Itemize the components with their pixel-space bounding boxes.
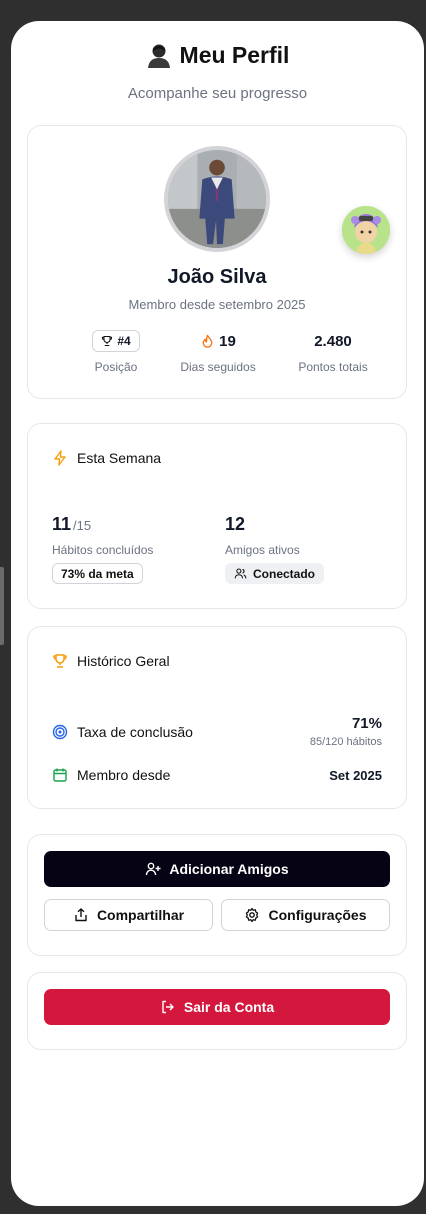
habits-total: /15 [73, 518, 92, 533]
lightning-icon [54, 450, 66, 466]
member-since-value: Set 2025 [329, 767, 382, 783]
stat-points: 2.480 Pontos totais [288, 330, 378, 375]
page-title: Meu Perfil [179, 41, 290, 68]
actions-card: Adicionar Amigos Compartilhar Configuraç… [27, 834, 407, 956]
profile-card: João Silva Membro desde setembro 2025 #4… [27, 125, 407, 399]
flame-icon [202, 334, 213, 348]
position-label: Posição [94, 360, 138, 374]
page-subtitle: Acompanhe seu progresso [127, 85, 308, 102]
settings-label: Configurações [268, 907, 367, 923]
member-since-row: Membro desde Set 2025 [52, 767, 382, 783]
add-friends-label: Adicionar Amigos [169, 861, 289, 877]
share-label: Compartilhar [96, 907, 185, 923]
target-icon [52, 724, 68, 739]
profile-screen: Meu Perfil Acompanhe seu progresso João … [11, 21, 424, 1206]
user-plus-icon [146, 862, 161, 876]
logout-icon [162, 1000, 174, 1014]
goal-chip: 73% da meta [52, 563, 143, 584]
active-friends: 12 Amigos ativos Conectado [225, 514, 325, 585]
user-name: João Silva [167, 266, 267, 288]
member-since-text: Membro desde setembro 2025 [128, 297, 306, 312]
week-card-header: Esta Semana [52, 450, 161, 466]
add-friends-button[interactable]: Adicionar Amigos [44, 851, 390, 887]
logout-button[interactable]: Sair da Conta [44, 989, 390, 1025]
completion-rate-detail: 85/120 hábitos [309, 736, 382, 748]
points-value: 2.480 [314, 332, 352, 350]
mascot-badge[interactable] [342, 206, 390, 254]
position-badge: #4 [92, 330, 140, 352]
logout-label: Sair da Conta [183, 999, 275, 1015]
share-icon [75, 908, 87, 922]
completion-rate-label: Taxa de conclusão [77, 723, 193, 740]
avatar[interactable] [164, 146, 270, 252]
share-button[interactable]: Compartilhar [44, 899, 213, 931]
completion-rate-value: 71% [351, 715, 382, 732]
trophy-icon [102, 335, 113, 347]
position-value: #4 [117, 334, 131, 348]
window-edge-handle[interactable] [0, 567, 4, 645]
gear-icon [246, 907, 259, 923]
users-icon [234, 568, 247, 579]
history-card-header: Histórico Geral [52, 653, 170, 669]
habits-completed: 11/15 Hábitos concluídos 73% da meta [52, 514, 153, 584]
completion-rate-row: Taxa de conclusão 71% 85/120 hábitos [52, 715, 382, 748]
goal-chip-text: 73% da meta [61, 566, 134, 581]
history-card: Histórico Geral Taxa de conclusão 71% 85… [27, 626, 407, 809]
streak-value: 19 [219, 332, 236, 350]
connected-chip: Conectado [225, 563, 325, 584]
trophy-icon [53, 654, 67, 668]
friends-value: 12 [225, 514, 246, 534]
habits-value: 11 [52, 514, 72, 534]
connected-chip-text: Conectado [253, 566, 316, 581]
stat-streak: 19 Dias seguidos [168, 330, 268, 375]
friends-label: Amigos ativos [225, 543, 300, 557]
logout-card: Sair da Conta [27, 972, 407, 1050]
person-icon [146, 42, 172, 68]
habits-label: Hábitos concluídos [52, 543, 154, 557]
member-since-label: Membro desde [77, 767, 171, 783]
stat-position: #4 Posição [76, 330, 156, 374]
page-header: Meu Perfil Acompanhe seu progresso [11, 39, 424, 103]
calendar-icon [53, 768, 67, 782]
week-card-title: Esta Semana [77, 450, 162, 466]
settings-button[interactable]: Configurações [221, 899, 390, 931]
history-card-title: Histórico Geral [77, 653, 170, 669]
streak-label: Dias seguidos [180, 360, 256, 374]
points-label: Pontos totais [298, 360, 368, 374]
week-card: Esta Semana 11/15 Hábitos concluídos 73%… [27, 423, 407, 609]
